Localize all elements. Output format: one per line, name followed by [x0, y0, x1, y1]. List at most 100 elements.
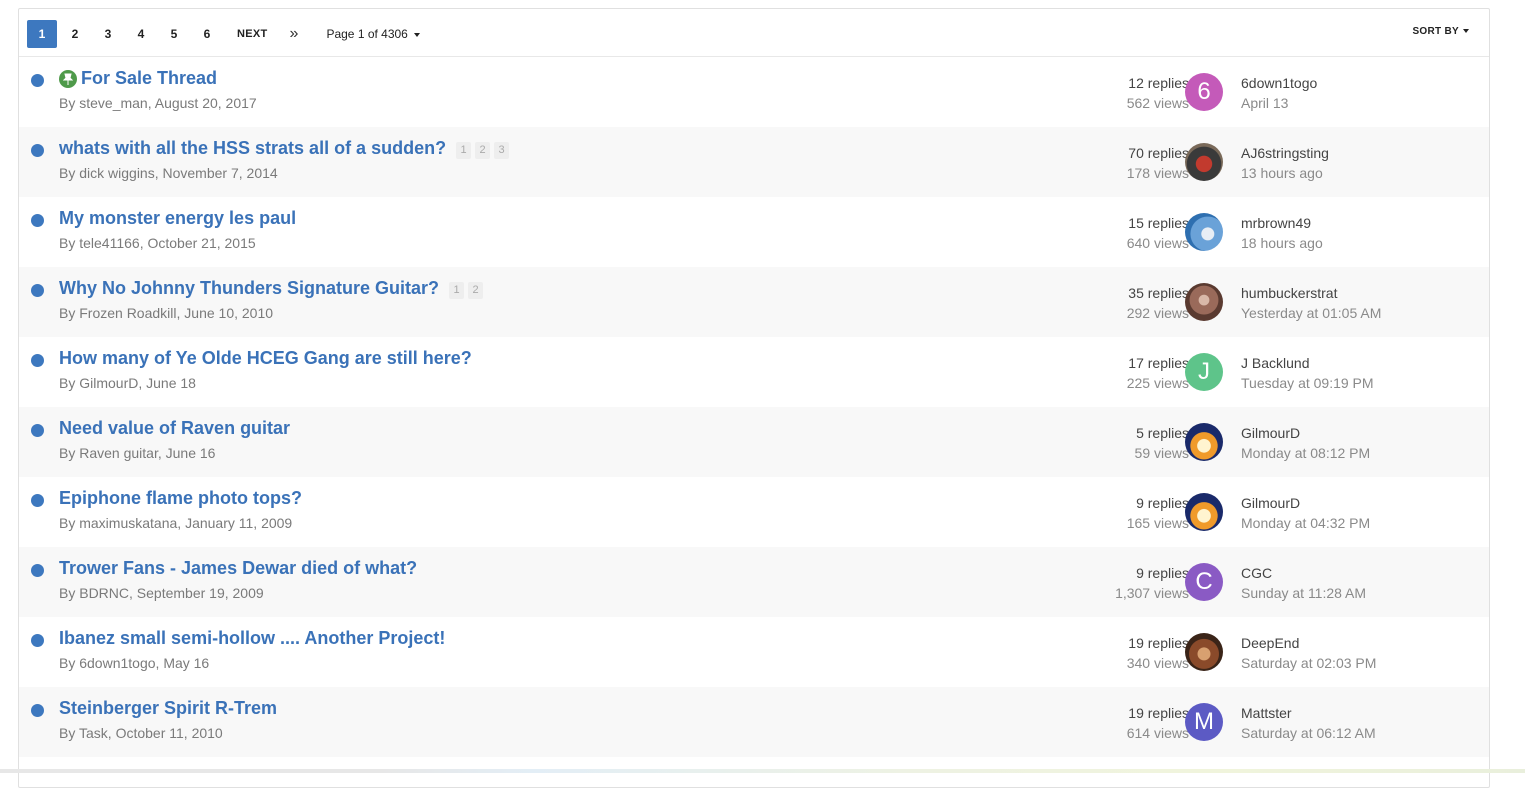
topic-author-link[interactable]: Frozen Roadkill: [79, 305, 176, 321]
last-poster-name[interactable]: mrbrown49: [1241, 213, 1323, 233]
topic-stats: 9 replies 1,307 views: [1115, 563, 1189, 603]
sort-by-dropdown[interactable]: SORT BY: [1412, 26, 1469, 37]
unread-indicator[interactable]: [31, 634, 44, 647]
topic-title-link[interactable]: Need value of Raven guitar: [59, 418, 290, 439]
page-5-button[interactable]: 5: [159, 20, 189, 48]
topic-stats: 19 replies 340 views: [1127, 633, 1189, 673]
last-poster-avatar[interactable]: [1185, 493, 1223, 531]
last-poster-avatar[interactable]: 6: [1185, 73, 1223, 111]
page-6-button[interactable]: 6: [192, 20, 222, 48]
last-poster-name[interactable]: 6down1togo: [1241, 73, 1317, 93]
page-3-button[interactable]: 3: [93, 20, 123, 48]
topic-title-link[interactable]: Trower Fans - James Dewar died of what?: [59, 558, 417, 579]
last-poster-avatar[interactable]: [1185, 423, 1223, 461]
last-post-info: mrbrown49 18 hours ago: [1241, 213, 1323, 253]
unread-indicator[interactable]: [31, 704, 44, 717]
topic-row[interactable]: Why No Johnny Thunders Signature Guitar?…: [19, 267, 1489, 337]
topic-author-link[interactable]: maximuskatana: [79, 515, 177, 531]
last-poster-name[interactable]: CGC: [1241, 563, 1366, 583]
last-poster-avatar[interactable]: [1185, 143, 1223, 181]
last-poster-avatar[interactable]: M: [1185, 703, 1223, 741]
last-poster-name[interactable]: GilmourD: [1241, 423, 1370, 443]
last-poster-name[interactable]: J Backlund: [1241, 353, 1374, 373]
topic-page-link[interactable]: 2: [475, 141, 491, 159]
last-poster-name[interactable]: DeepEnd: [1241, 633, 1376, 653]
unread-indicator[interactable]: [31, 284, 44, 297]
topic-author-link[interactable]: tele41166: [79, 235, 139, 251]
last-poster-name[interactable]: Mattster: [1241, 703, 1376, 723]
topic-page-link[interactable]: 2: [468, 281, 484, 299]
topic-title-link[interactable]: How many of Ye Olde HCEG Gang are still …: [59, 348, 472, 369]
topic-title-line: How many of Ye Olde HCEG Gang are still …: [59, 348, 472, 369]
view-count: 165 views: [1126, 515, 1189, 531]
reply-count: 70 replies: [1128, 145, 1189, 161]
topic-stats: 12 replies 562 views: [1127, 73, 1189, 113]
topic-row[interactable]: How many of Ye Olde HCEG Gang are still …: [19, 337, 1489, 407]
topic-start-date: June 18: [146, 375, 196, 391]
topic-row[interactable]: Need value of Raven guitar By Raven guit…: [19, 407, 1489, 477]
last-poster-name[interactable]: GilmourD: [1241, 493, 1370, 513]
topic-row[interactable]: My monster energy les paul By tele41166,…: [19, 197, 1489, 267]
topic-title-link[interactable]: Epiphone flame photo tops?: [59, 488, 302, 509]
topic-page-link[interactable]: 3: [494, 141, 510, 159]
view-count: 292 views: [1126, 305, 1189, 321]
unread-indicator[interactable]: [31, 424, 44, 437]
avatar-letter: 6: [1197, 78, 1211, 105]
sort-by-label: SORT BY: [1412, 26, 1459, 37]
topic-row[interactable]: Ibanez small semi-hollow .... Another Pr…: [19, 617, 1489, 687]
topic-title-line: whats with all the HSS strats all of a s…: [59, 138, 513, 159]
topic-author-link[interactable]: Task: [79, 725, 108, 741]
topic-title-line: Why No Johnny Thunders Signature Guitar?…: [59, 278, 487, 299]
topic-title-link[interactable]: Why No Johnny Thunders Signature Guitar?: [59, 278, 439, 299]
topic-title-link[interactable]: Steinberger Spirit R-Trem: [59, 698, 277, 719]
topic-author-link[interactable]: Raven guitar: [79, 445, 158, 461]
topic-title-link[interactable]: Ibanez small semi-hollow .... Another Pr…: [59, 628, 445, 649]
topic-row[interactable]: whats with all the HSS strats all of a s…: [19, 127, 1489, 197]
last-poster-name[interactable]: humbuckerstrat: [1241, 283, 1381, 303]
page-1-button[interactable]: 1: [27, 20, 57, 48]
unread-indicator[interactable]: [31, 354, 44, 367]
last-poster-avatar[interactable]: [1185, 283, 1223, 321]
topic-meta: By steve_man, August 20, 2017: [59, 95, 257, 111]
topic-mini-pagination: 123: [456, 141, 513, 159]
page-4-button[interactable]: 4: [126, 20, 156, 48]
unread-indicator[interactable]: [31, 494, 44, 507]
topic-row[interactable]: Steinberger Spirit R-Trem By Task, Octob…: [19, 687, 1489, 757]
last-post-time: Yesterday at 01:05 AM: [1241, 305, 1382, 321]
topic-meta: By 6down1togo, May 16: [59, 655, 210, 671]
topic-author-link[interactable]: 6down1togo: [79, 655, 155, 671]
topic-page-link[interactable]: 1: [449, 281, 465, 299]
view-count: 562 views: [1126, 95, 1189, 111]
topic-title-link[interactable]: My monster energy les paul: [59, 208, 296, 229]
last-poster-avatar[interactable]: [1185, 633, 1223, 671]
topic-page-link[interactable]: 1: [456, 141, 472, 159]
unread-indicator[interactable]: [31, 74, 44, 87]
topic-author-link[interactable]: GilmourD: [79, 375, 138, 391]
last-poster-avatar[interactable]: J: [1185, 353, 1223, 391]
page-2-button[interactable]: 2: [60, 20, 90, 48]
topic-row[interactable]: Trower Fans - James Dewar died of what? …: [19, 547, 1489, 617]
last-poster-name[interactable]: AJ6stringsting: [1241, 143, 1329, 163]
topic-author-link[interactable]: dick wiggins: [79, 165, 154, 181]
unread-indicator[interactable]: [31, 144, 44, 157]
topic-row[interactable]: Epiphone flame photo tops? By maximuskat…: [19, 477, 1489, 547]
next-page-button[interactable]: NEXT: [237, 28, 268, 40]
page-jump-dropdown[interactable]: Page 1 of 4306: [326, 27, 420, 41]
unread-indicator[interactable]: [31, 214, 44, 227]
last-page-icon[interactable]: »: [290, 25, 299, 43]
topic-title-line: Epiphone flame photo tops?: [59, 488, 302, 509]
topic-start-date: October 21, 2015: [147, 235, 256, 251]
unread-indicator[interactable]: [31, 564, 44, 577]
topic-start-date: November 7, 2014: [162, 165, 278, 181]
topic-author-link[interactable]: BDRNC: [79, 585, 129, 601]
last-poster-avatar[interactable]: [1185, 213, 1223, 251]
topic-author-link[interactable]: steve_man: [79, 95, 147, 111]
last-post-time: Monday at 04:32 PM: [1241, 515, 1371, 531]
last-poster-avatar[interactable]: C: [1185, 563, 1223, 601]
topic-meta: By Raven guitar, June 16: [59, 445, 216, 461]
topic-title-link[interactable]: For Sale Thread: [81, 68, 217, 89]
topic-row[interactable]: For Sale Thread By steve_man, August 20,…: [19, 57, 1489, 127]
topic-title-link[interactable]: whats with all the HSS strats all of a s…: [59, 138, 446, 159]
topic-meta: By Frozen Roadkill, June 10, 2010: [59, 305, 274, 321]
topic-meta: By tele41166, October 21, 2015: [59, 235, 256, 251]
